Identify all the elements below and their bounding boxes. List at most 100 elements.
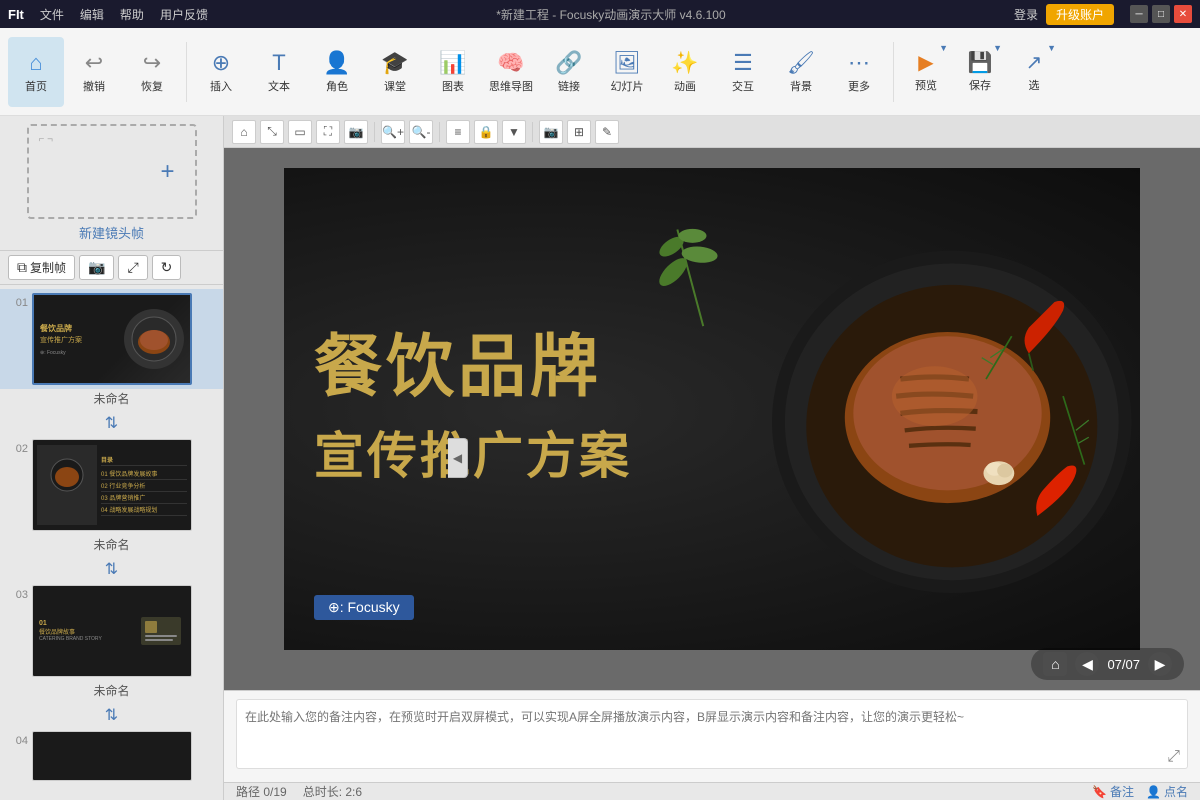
maximize-button[interactable]: □	[1152, 5, 1170, 23]
title-bar-right: 登录 升级账户 ─ □ ✕	[1014, 4, 1192, 25]
interact-button[interactable]: ☰ 交互	[715, 37, 771, 107]
select-button[interactable]: ↗ 选 ▼	[1008, 37, 1060, 107]
menu-file[interactable]: 文件	[40, 6, 64, 23]
lesson-button[interactable]: 🎓 课堂	[367, 37, 423, 107]
menu-edit[interactable]: 编辑	[80, 6, 104, 23]
thumb1-subtitle-text: 宣传推广方案	[40, 335, 82, 345]
copy-frame-button[interactable]: ⧉ 复制帧	[8, 255, 75, 280]
select-icon: ↗	[1026, 50, 1043, 75]
panel-collapse-button[interactable]: ◀	[448, 438, 468, 478]
more-button[interactable]: ⋯ 更多	[831, 37, 887, 107]
redo-label: 恢复	[141, 78, 163, 94]
animation-button[interactable]: ✨ 动画	[657, 37, 713, 107]
lesson-icon: 🎓	[381, 50, 408, 76]
camera-icon: 📷	[88, 259, 105, 276]
canvas-camera-2[interactable]: 📷	[539, 120, 563, 144]
character-button[interactable]: 👤 角色	[309, 37, 365, 107]
canvas-fullscreen[interactable]: ⛶	[316, 120, 340, 144]
home-button[interactable]: ⌂ 首页	[8, 37, 64, 107]
menu-feedback[interactable]: 用户反馈	[160, 6, 208, 23]
slide-move-2: ⇅	[0, 559, 223, 579]
login-button[interactable]: 登录	[1014, 6, 1038, 23]
canvas-zoom-out[interactable]: 🔍-	[409, 120, 433, 144]
canvas-grid[interactable]: ⊞	[567, 120, 591, 144]
canvas-lock[interactable]: 🔒	[474, 120, 498, 144]
insert-label: 插入	[210, 78, 232, 94]
window-title: *新建工程 - Focusky动画演示大师 v4.6.100	[496, 8, 725, 22]
redo-button[interactable]: ↪ 恢复	[124, 37, 180, 107]
notes-button[interactable]: 🔖 备注	[1092, 783, 1134, 800]
slide-canvas: 餐饮品牌 宣传推广方案 ⊕: Focusky	[284, 168, 1140, 650]
canvas-zoom-fit[interactable]: ⤡	[260, 120, 284, 144]
link-icon: 🔗	[555, 50, 582, 76]
nav-next-button[interactable]: ▶	[1148, 652, 1172, 676]
chart-button[interactable]: 📊 图表	[425, 37, 481, 107]
move-icon-2: ⇅	[105, 559, 118, 579]
nav-home-button[interactable]: ⌂	[1043, 652, 1067, 676]
notes-input[interactable]	[236, 699, 1188, 769]
fit-button[interactable]: ⤢	[118, 255, 147, 280]
thumb2-item-1: 01 餐饮品牌发展故事	[101, 468, 187, 480]
canvas-toolbar: ⌂ ⤡ ▭ ⛶ 📷 🔍+ 🔍- ≡ 🔒 ▼ 📷 ⊞ ✎	[224, 116, 1200, 148]
thumb2-item-4: 04 战略发展战略规划	[101, 504, 187, 516]
slide-main-title: 餐饮品牌	[314, 330, 725, 405]
canvas-main[interactable]: 餐饮品牌 宣传推广方案 ⊕: Focusky	[224, 148, 1200, 690]
text-button[interactable]: T 文本	[251, 37, 307, 107]
canvas-zoom-rect[interactable]: ▭	[288, 120, 312, 144]
canvas-align[interactable]: ≡	[446, 120, 470, 144]
upgrade-button[interactable]: 升级账户	[1046, 4, 1114, 25]
canvas-screenshot[interactable]: 📷	[344, 120, 368, 144]
window-controls: ─ □ ✕	[1130, 5, 1192, 23]
text-icon: T	[272, 50, 285, 76]
canvas-home-btn[interactable]: ⌂	[232, 120, 256, 144]
camera-button[interactable]: 📷	[79, 255, 114, 280]
slide-navigation: ⌂ ◀ 07/07 ▶	[1031, 648, 1184, 680]
copy-frame-label: 复制帧	[30, 259, 66, 276]
save-button[interactable]: 💾 保存 ▼	[954, 37, 1006, 107]
preview-button[interactable]: ▶ 预览 ▼	[900, 37, 952, 107]
canvas-edit[interactable]: ✎	[595, 120, 619, 144]
roll-call-button[interactable]: 👤 点名	[1146, 783, 1188, 800]
canvas-sep-1	[374, 122, 375, 142]
new-frame-label[interactable]: 新建镜头帧	[79, 223, 144, 242]
rotate-button[interactable]: ↻	[152, 255, 182, 280]
toolbar-separator-1	[186, 42, 187, 102]
save-icon: 💾	[968, 50, 993, 75]
close-button[interactable]: ✕	[1174, 5, 1192, 23]
thumb3-number: 01	[39, 620, 137, 627]
insert-button[interactable]: ⊕ 插入	[193, 37, 249, 107]
insert-icon: ⊕	[212, 50, 230, 76]
thumb3-title: 餐饮品牌故事	[39, 627, 137, 636]
thumb2-item-3: 03 品牌营销推广	[101, 492, 187, 504]
slide-name-2: 未命名	[0, 535, 223, 557]
slide-name-3: 未命名	[0, 681, 223, 703]
canvas-zoom-in[interactable]: 🔍+	[381, 120, 405, 144]
minimize-button[interactable]: ─	[1130, 5, 1148, 23]
slide-thumb-2: 目录 01 餐饮品牌发展故事 02 行业竞争分析 03 品牌营销推广 04 战略…	[32, 439, 192, 531]
slide-name-1: 未命名	[0, 389, 223, 411]
mindmap-button[interactable]: 🧠 思维导图	[483, 37, 539, 107]
lesson-label: 课堂	[384, 78, 406, 94]
thumb1-brand-text: 餐饮品牌	[40, 323, 82, 334]
toolbar: ⌂ 首页 ↩ 撤销 ↪ 恢复 ⊕ 插入 T 文本 👤 角色 🎓 课堂 📊 图表 …	[0, 28, 1200, 116]
new-frame-button[interactable]: ⌐ ¬ +	[27, 124, 197, 219]
slide-item-2[interactable]: 02 目录 01 餐饮品牌发展故事	[0, 435, 223, 535]
canvas-sep-3	[532, 122, 533, 142]
notes-expand-button[interactable]: ⤢	[1167, 748, 1180, 766]
canvas-lock-dropdown[interactable]: ▼	[502, 120, 526, 144]
background-button[interactable]: 🖌 背景	[773, 37, 829, 107]
link-button[interactable]: 🔗 链接	[541, 37, 597, 107]
animation-icon: ✨	[671, 50, 698, 76]
save-label: 保存	[969, 77, 991, 93]
slide-item-3[interactable]: 03 01 餐饮品牌故事 CATERING BRAND STORY	[0, 581, 223, 681]
slide-item-4[interactable]: 04	[0, 727, 223, 785]
undo-button[interactable]: ↩ 撤销	[66, 37, 122, 107]
interact-label: 交互	[732, 78, 754, 94]
slides-button[interactable]: 🖼 幻灯片	[599, 37, 655, 107]
thumb1-food-image	[124, 309, 184, 369]
nav-prev-button[interactable]: ◀	[1075, 652, 1099, 676]
menu-help[interactable]: 帮助	[120, 6, 144, 23]
slide-item-1[interactable]: 01 餐饮品牌 宣传推广方案 ⊕: Focusky	[0, 289, 223, 389]
thumb2-item-2: 02 行业竞争分析	[101, 480, 187, 492]
slide-food-image	[695, 168, 1140, 650]
